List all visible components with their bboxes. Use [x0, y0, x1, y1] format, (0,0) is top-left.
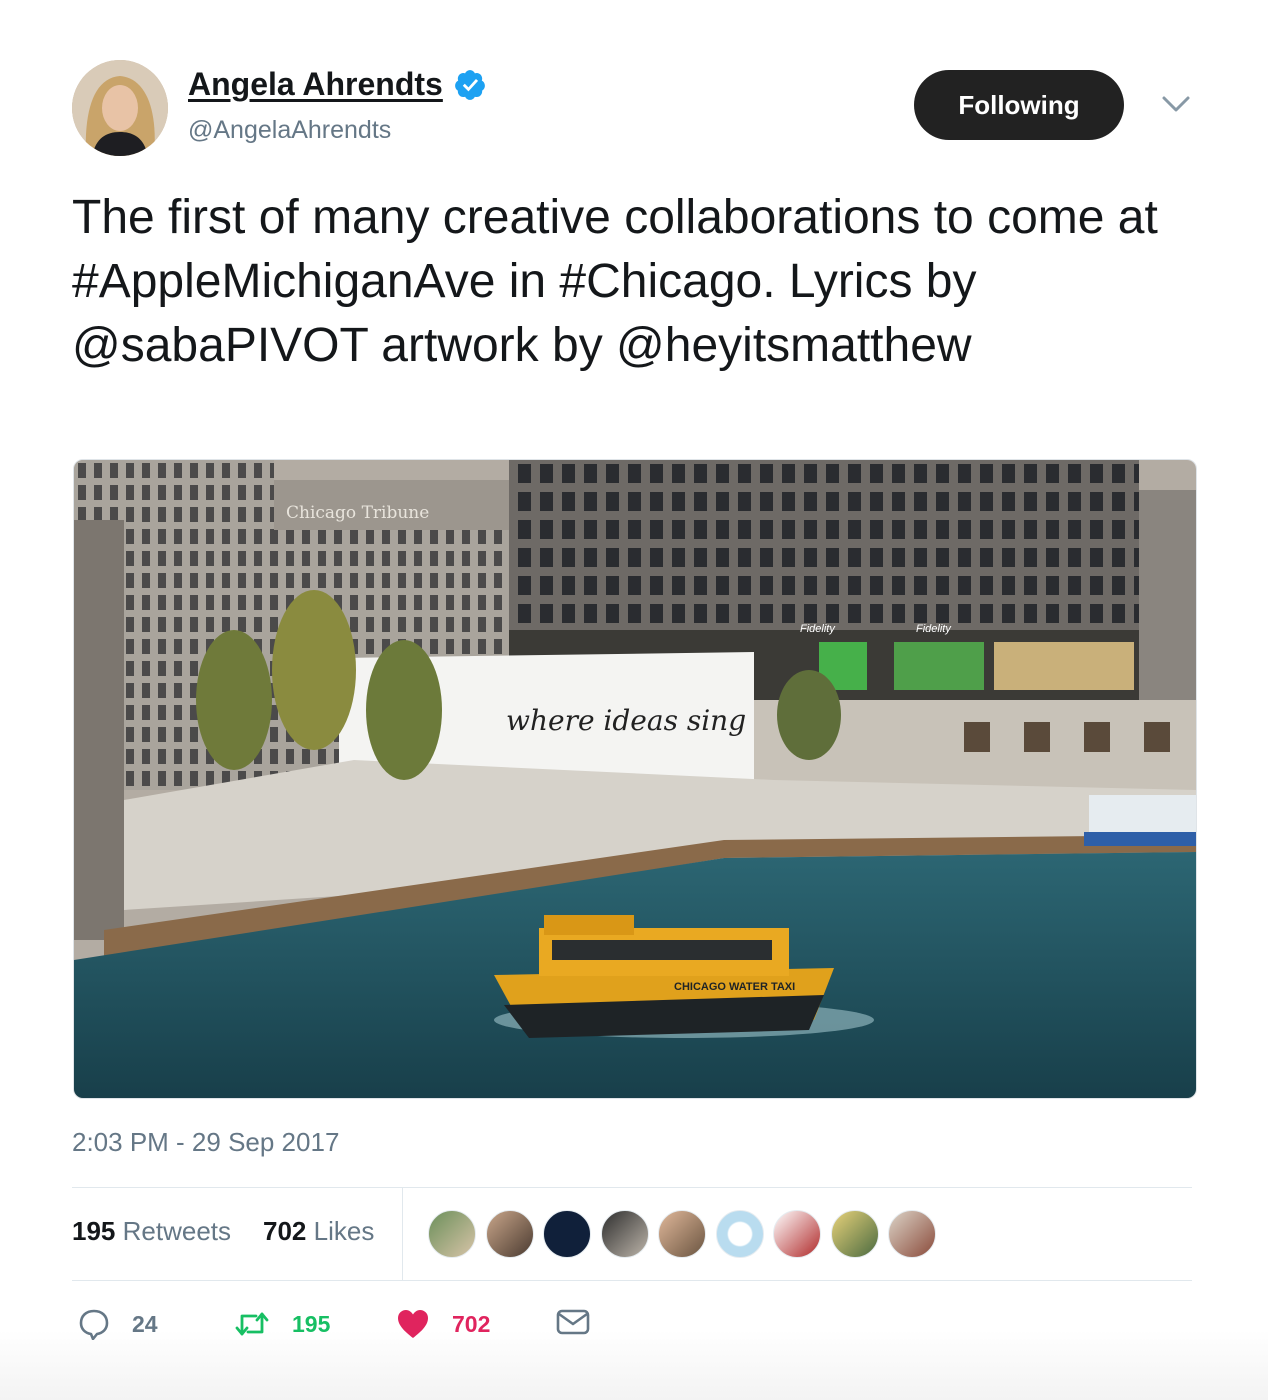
liker-avatar[interactable] [600, 1210, 649, 1258]
svg-text:Fidelity: Fidelity [800, 623, 836, 635]
reply-count: 24 [132, 1310, 158, 1337]
following-button[interactable]: Following [914, 70, 1124, 140]
liker-avatar[interactable] [485, 1210, 534, 1258]
direct-message-action[interactable] [556, 1308, 612, 1336]
liker-avatar[interactable] [428, 1210, 476, 1258]
liker-avatar[interactable] [543, 1210, 591, 1258]
user-avatar[interactable] [72, 60, 168, 156]
reply-icon [79, 1309, 109, 1340]
page-bottom-fade [0, 1330, 1268, 1400]
user-name-row: Angela Ahrendts [188, 66, 487, 103]
retweets-stat-count: 195 [72, 1216, 116, 1246]
stats-separator [402, 1188, 403, 1280]
tweet-stats: 195 Retweets 702 Likes [72, 1188, 1192, 1280]
retweet-icon [235, 1312, 269, 1336]
liker-avatar[interactable] [888, 1210, 936, 1258]
reply-action[interactable]: 24 [78, 1308, 158, 1340]
where-ideas-sing-text: where ideas sing [506, 704, 746, 737]
stats-bottom-divider [72, 1280, 1192, 1281]
likes-stat-label: Likes [313, 1216, 375, 1246]
svg-text:CHICAGO WATER TAXI: CHICAGO WATER TAXI [674, 981, 795, 993]
likes-stat[interactable]: 702 Likes [263, 1216, 374, 1247]
chicago-riverfront-photo: Chicago Tribune Fidelity Fidelity where … [74, 460, 1196, 1098]
liker-avatar[interactable] [715, 1210, 764, 1258]
tweet-photo[interactable]: Chicago Tribune Fidelity Fidelity where … [73, 459, 1197, 1099]
user-handle[interactable]: @AngelaAhrendts [188, 116, 391, 145]
tribune-sign: Chicago Tribune [286, 503, 429, 523]
retweet-count: 195 [292, 1310, 331, 1337]
like-count: 702 [452, 1310, 491, 1337]
user-name[interactable]: Angela Ahrendts [188, 66, 443, 103]
svg-text:Fidelity: Fidelity [916, 623, 952, 635]
liker-avatar[interactable] [830, 1210, 879, 1258]
liker-avatar[interactable] [658, 1210, 706, 1258]
like-action[interactable]: 702 [396, 1308, 490, 1340]
retweets-stat-label: Retweets [122, 1216, 232, 1246]
chevron-down-icon[interactable] [1160, 92, 1192, 116]
retweet-action[interactable]: 195 [234, 1308, 330, 1340]
likes-stat-count: 702 [263, 1216, 307, 1246]
heart-icon [398, 1310, 428, 1338]
liker-avatars [428, 1210, 946, 1258]
verified-badge-icon [454, 69, 485, 100]
retweets-stat[interactable]: 195 Retweets [72, 1216, 231, 1247]
tweet-timestamp[interactable]: 2:03 PM - 29 Sep 2017 [72, 1127, 339, 1158]
liker-avatar[interactable] [773, 1210, 821, 1258]
tweet-text: The first of many creative collaboration… [72, 191, 1158, 372]
envelope-icon [556, 1309, 590, 1335]
